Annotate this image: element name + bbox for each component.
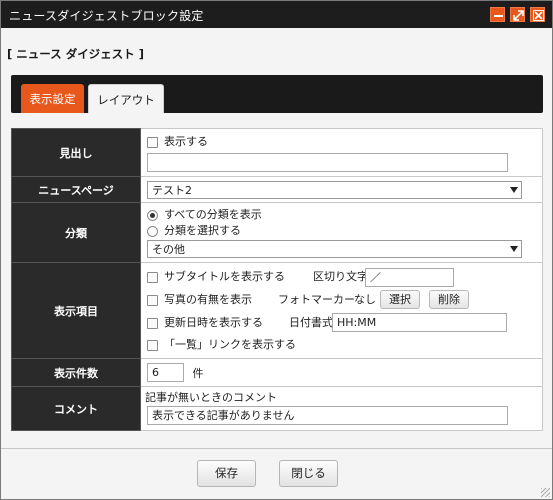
heading-input[interactable] (147, 152, 508, 172)
heading-label: 見出し (11, 128, 141, 177)
photo-marker-label: フォトマーカー (278, 293, 355, 306)
category-select[interactable]: その他 (147, 240, 522, 258)
separator-input[interactable]: ／ (365, 268, 454, 287)
news-page-select[interactable]: テスト2 (147, 180, 522, 199)
close-icon (533, 10, 544, 21)
expand-icon (513, 10, 524, 21)
tab-bar: 表示設定 レイアウト (11, 75, 543, 113)
date-format-label: 日付書式 (289, 316, 333, 329)
category-all-label: すべての分類を表示 (164, 208, 262, 221)
news-page-cell: テスト2 (140, 176, 543, 203)
separator-label: 区切り文字 (313, 270, 368, 283)
window-title: ニュースダイジェストブロック設定 (9, 9, 204, 23)
category-select-radio[interactable] (147, 225, 158, 237)
settings-form: 見出し 表示する ニュースページ テスト2 分類 すべての分類を表示 分類を選択… (11, 128, 543, 431)
photo-label: 写真の有無を表示 (164, 293, 252, 306)
category-select-label: 分類を選択する (164, 224, 241, 237)
save-button[interactable]: 保存 (197, 460, 256, 487)
count-cell: 6 件 (140, 358, 543, 387)
display-items-cell: サブタイトルを表示する 区切り文字 ／ 写真の有無を表示 フォトマーカー なし … (140, 262, 543, 359)
minimize-button[interactable] (490, 7, 505, 22)
row-news-page: ニュースページ テスト2 (11, 176, 543, 203)
heading-show-checkbox[interactable] (147, 136, 158, 148)
comment-input[interactable]: 表示できる記事がありません (147, 406, 508, 425)
category-value: その他 (152, 243, 185, 256)
row-count: 表示件数 6 件 (11, 358, 543, 387)
count-input[interactable]: 6 (147, 363, 184, 382)
resize-grip-icon[interactable] (541, 488, 550, 497)
display-items-label: 表示項目 (11, 262, 141, 359)
photo-marker-value: なし (354, 293, 376, 306)
category-label: 分類 (11, 202, 141, 263)
comment-hint: 記事が無いときのコメント (145, 390, 277, 404)
heading-show-label: 表示する (164, 135, 208, 148)
row-display-items: 表示項目 サブタイトルを表示する 区切り文字 ／ 写真の有無を表示 フォトマーカ… (11, 262, 543, 359)
row-comment: コメント 記事が無いときのコメント 表示できる記事がありません (11, 386, 543, 431)
date-format-input[interactable]: HH:MM (332, 313, 507, 332)
title-bar[interactable]: ニュースダイジェストブロック設定 (1, 1, 552, 28)
news-page-label: ニュースページ (11, 176, 141, 203)
dropdown-arrow-icon (510, 246, 518, 252)
heading-cell: 表示する (140, 128, 543, 177)
count-label: 表示件数 (11, 358, 141, 387)
tab-display-settings[interactable]: 表示設定 (21, 84, 84, 113)
comment-cell: 記事が無いときのコメント 表示できる記事がありません (140, 386, 543, 431)
close-button[interactable]: 閉じる (279, 460, 338, 487)
category-all-radio[interactable] (147, 209, 158, 221)
updated-checkbox[interactable] (147, 317, 158, 329)
row-category: 分類 すべての分類を表示 分類を選択する その他 (11, 202, 543, 263)
count-unit: 件 (192, 366, 204, 380)
photo-checkbox[interactable] (147, 294, 158, 306)
close-window-button[interactable] (530, 7, 545, 22)
photo-marker-select-button[interactable]: 選択 (380, 290, 420, 309)
maximize-button[interactable] (510, 7, 525, 22)
category-cell: すべての分類を表示 分類を選択する その他 (140, 202, 543, 263)
section-label: [ ニュース ダイジェスト ] (7, 47, 144, 61)
footer-divider (1, 448, 552, 449)
subtitle-label: サブタイトルを表示する (164, 270, 285, 283)
list-link-label: 「一覧」リンクを表示する (164, 338, 296, 351)
list-link-checkbox[interactable] (147, 339, 158, 351)
minimize-icon (494, 15, 503, 17)
photo-marker-delete-button[interactable]: 削除 (429, 290, 469, 309)
tab-layout[interactable]: レイアウト (88, 84, 164, 113)
updated-label: 更新日時を表示する (164, 316, 263, 329)
comment-label: コメント (11, 386, 141, 431)
dropdown-arrow-icon (510, 186, 518, 193)
news-page-value: テスト2 (152, 183, 192, 197)
subtitle-checkbox[interactable] (147, 271, 158, 283)
row-heading: 見出し 表示する (11, 128, 543, 177)
dialog-window: ニュースダイジェストブロック設定 [ ニュース ダイジェスト ] 表示設定 レイ… (0, 0, 553, 500)
